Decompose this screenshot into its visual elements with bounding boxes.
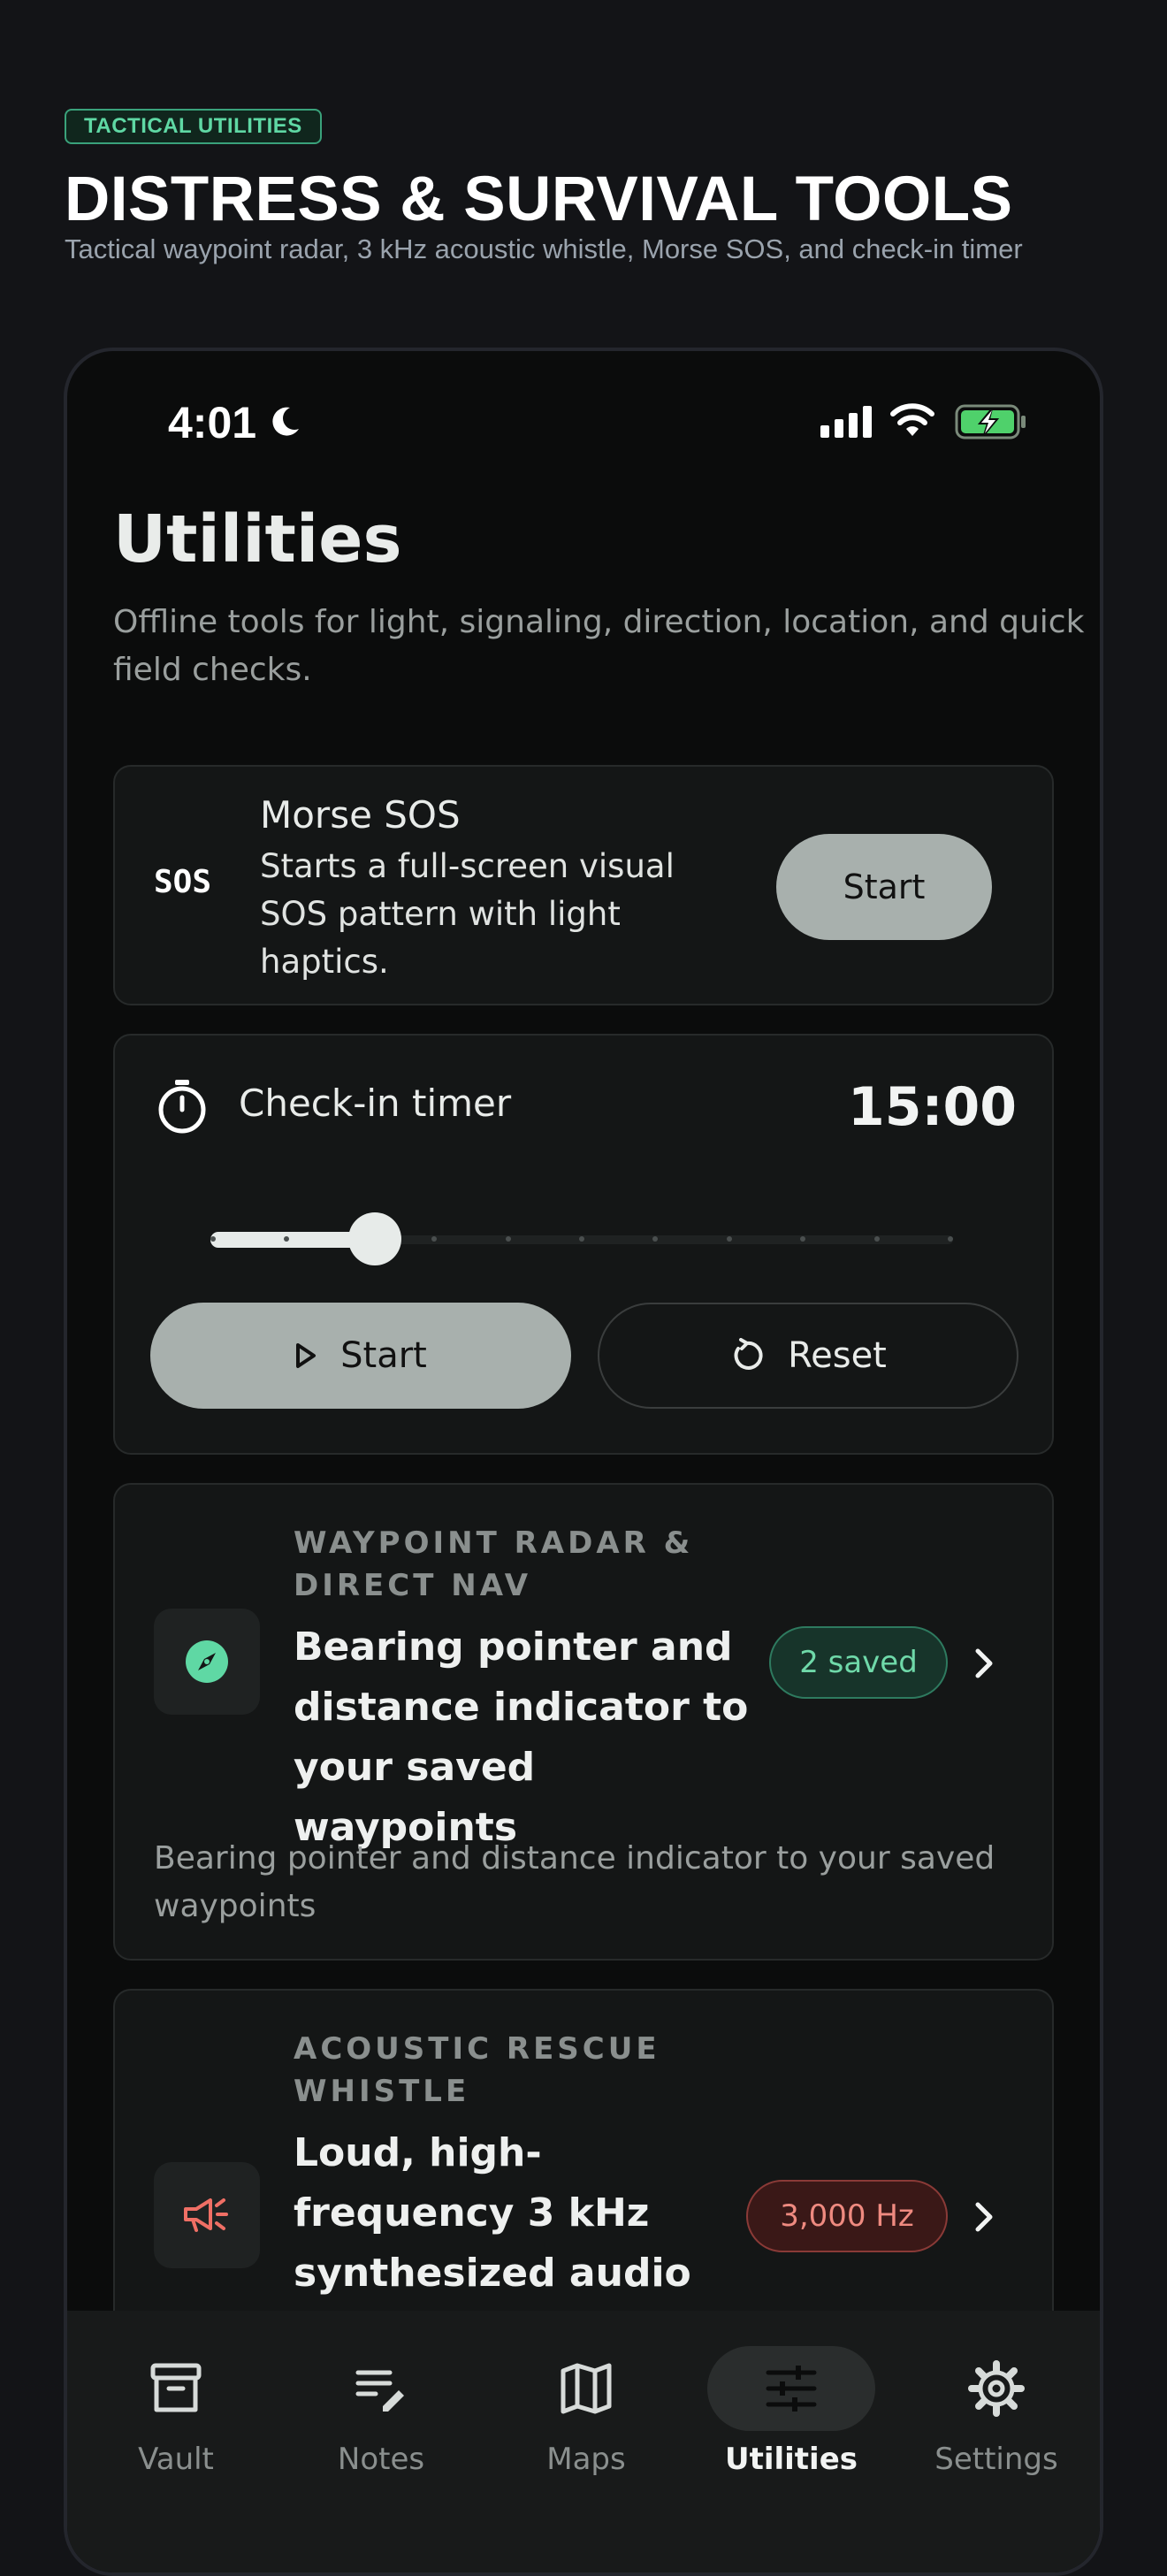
compass-icon: [186, 1640, 228, 1683]
slider-thumb[interactable]: [348, 1212, 401, 1265]
tab-vault-label: Vault: [138, 2442, 214, 2477]
checkin-reset-button[interactable]: Reset: [598, 1303, 1018, 1409]
tab-vault[interactable]: Vault: [79, 2311, 273, 2541]
reset-icon: [734, 1338, 763, 1370]
cellular-signal-icon: [820, 406, 872, 438]
hero-subtitle: Tactical waypoint radar, 3 kHz acoustic …: [65, 233, 1023, 264]
map-icon: [561, 2363, 612, 2414]
morse-start-button[interactable]: Start: [776, 834, 992, 940]
chevron-right-icon[interactable]: [969, 2199, 999, 2235]
tab-settings-label: Settings: [934, 2442, 1058, 2477]
moon-icon: [272, 407, 299, 436]
tab-settings[interactable]: Settings: [899, 2311, 1094, 2541]
waypoint-eyebrow: WAYPOINT RADAR & DIRECT NAV: [294, 1525, 694, 1603]
page-subtitle: Offline tools for light, signaling, dire…: [113, 604, 1085, 688]
checkin-reset-label: Reset: [788, 1335, 887, 1376]
slider-tick: [579, 1236, 584, 1242]
notes-icon-wrap: [297, 2346, 465, 2431]
checkin-timer-label: Check-in timer: [239, 1082, 512, 1125]
tab-utilities-label: Utilities: [724, 2442, 858, 2477]
whistle-eyebrow: ACOUSTIC RESCUE WHISTLE: [294, 2031, 660, 2109]
checkin-start-label: Start: [340, 1335, 427, 1376]
waypoint-title: Bearing pointer and distance indicator t…: [294, 1624, 749, 1850]
tab-notes-label: Notes: [337, 2442, 425, 2477]
tab-utilities[interactable]: Utilities: [694, 2311, 889, 2541]
tab-maps[interactable]: Maps: [489, 2311, 683, 2541]
status-bar: 4:01: [67, 351, 1100, 457]
checkin-start-button[interactable]: Start: [150, 1303, 571, 1409]
phone-frame: 4:01 Utilities Offline tools for light, …: [64, 348, 1103, 2576]
morse-sos-card: SOS Morse SOS Starts a full-screen visua…: [113, 765, 1054, 1005]
sliders-icon: [766, 2366, 817, 2412]
category-tag: TACTICAL UTILITIES: [65, 109, 322, 144]
map-icon-wrap: [502, 2346, 670, 2431]
megaphone-icon-tile: [154, 2162, 260, 2268]
morse-description: Starts a full-screen visual SOS pattern …: [260, 847, 675, 981]
tab-maps-label: Maps: [546, 2442, 626, 2477]
compass-icon-tile: [154, 1609, 260, 1715]
tab-notes[interactable]: Notes: [284, 2311, 478, 2541]
wifi-icon: [890, 403, 934, 436]
bottom-tab-bar: Vault Notes Maps Utilities Settings: [67, 2311, 1100, 2572]
slider-tick: [873, 1236, 880, 1242]
battery-charging-icon: [955, 404, 1026, 440]
slider-tick: [726, 1236, 732, 1242]
slider-tick: [505, 1236, 511, 1242]
slider-tick: [210, 1236, 216, 1242]
morse-title: Morse SOS: [260, 793, 461, 837]
status-time: 4:01: [168, 398, 257, 447]
gear-icon-wrap: [912, 2346, 1080, 2431]
page-title: Utilities: [113, 501, 402, 577]
slider-tick: [948, 1236, 953, 1242]
waypoint-saved-badge: 2 saved: [769, 1626, 948, 1699]
megaphone-icon: [184, 2198, 228, 2232]
sliders-icon-wrap: [707, 2346, 875, 2431]
hero-title: DISTRESS & SURVIVAL TOOLS: [65, 164, 1013, 234]
checkin-timer-value: 15:00: [848, 1076, 1017, 1138]
waypoint-radar-card[interactable]: WAYPOINT RADAR & DIRECT NAV Bearing poin…: [113, 1483, 1054, 1961]
checkin-duration-slider[interactable]: [210, 1212, 953, 1265]
gear-icon: [968, 2360, 1025, 2417]
play-icon: [296, 1343, 317, 1368]
archive-icon-wrap: [92, 2346, 260, 2431]
chevron-right-icon[interactable]: [969, 1646, 999, 1681]
stopwatch-icon: [158, 1080, 206, 1134]
notes-edit-icon: [355, 2370, 404, 2412]
sos-icon: SOS: [154, 864, 212, 900]
archive-icon: [150, 2363, 202, 2412]
waypoint-description: Bearing pointer and distance indicator t…: [154, 1840, 995, 1924]
whistle-frequency-badge: 3,000 Hz: [746, 2180, 948, 2252]
checkin-timer-card: Check-in timer 15:00 Start Reset: [113, 1034, 1054, 1455]
